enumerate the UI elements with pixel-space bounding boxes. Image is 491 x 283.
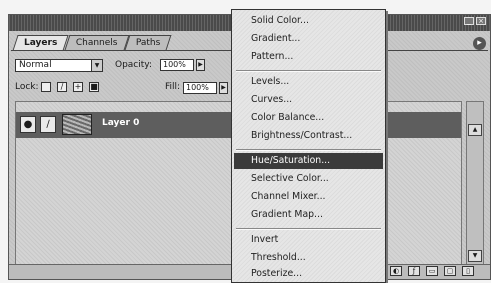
- layer-style-icon[interactable]: ƒ: [408, 266, 420, 276]
- fill-label: Fill:: [165, 82, 181, 92]
- menu-separator: [236, 228, 381, 230]
- new-layer-set-icon[interactable]: ▭: [426, 266, 438, 276]
- menu-item-curves[interactable]: Curves...: [234, 92, 383, 108]
- menu-item-channel-mixer[interactable]: Channel Mixer...: [234, 189, 383, 205]
- menu-item-threshold[interactable]: Threshold...: [234, 250, 383, 266]
- new-layer-icon[interactable]: ▢: [444, 266, 456, 276]
- menu-item-solid-color[interactable]: Solid Color...: [234, 13, 383, 29]
- eye-visibility-icon[interactable]: ●: [20, 116, 36, 133]
- trash-icon[interactable]: ▯: [462, 266, 474, 276]
- lock-image-brush-icon[interactable]: ∕: [57, 82, 67, 92]
- menu-item-gradient[interactable]: Gradient...: [234, 31, 383, 47]
- opacity-arrow-icon[interactable]: ▶: [196, 59, 205, 71]
- scroll-down-arrow-icon[interactable]: ▼: [468, 250, 482, 262]
- menu-item-pattern[interactable]: Pattern...: [234, 49, 383, 65]
- minimize-icon[interactable]: _: [464, 17, 474, 25]
- blend-mode-select[interactable]: Normal ▼: [15, 59, 103, 72]
- tab-layers[interactable]: Layers: [12, 35, 69, 51]
- new-adjustment-layer-icon[interactable]: ◐: [390, 266, 402, 276]
- palette-menu-arrow-icon[interactable]: ▸: [473, 37, 486, 50]
- adjustment-layer-menu: Solid Color... Gradient... Pattern... Le…: [231, 9, 386, 283]
- tab-paths[interactable]: Paths: [124, 35, 172, 50]
- lock-label: Lock:: [15, 82, 39, 92]
- menu-item-color-balance[interactable]: Color Balance...: [234, 110, 383, 126]
- opacity-label: Opacity:: [115, 60, 152, 70]
- layers-scrollbar[interactable]: ▲ ▼: [466, 101, 484, 265]
- menu-item-gradient-map[interactable]: Gradient Map...: [234, 207, 383, 223]
- tab-channels[interactable]: Channels: [64, 35, 130, 50]
- lock-all-padlock-icon[interactable]: ■: [89, 82, 99, 92]
- fill-arrow-icon[interactable]: ▶: [219, 82, 228, 94]
- menu-item-hue-saturation[interactable]: Hue/Saturation...: [234, 153, 383, 169]
- menu-item-invert[interactable]: Invert: [234, 232, 383, 248]
- scroll-up-arrow-icon[interactable]: ▲: [468, 124, 482, 136]
- opacity-field[interactable]: 100%: [160, 59, 194, 71]
- screen: _ × Layers Channels Paths ▸ Normal ▼ Opa…: [0, 0, 491, 283]
- lock-transparent-icon[interactable]: [41, 82, 51, 92]
- close-icon[interactable]: ×: [476, 17, 486, 25]
- menu-item-selective-color[interactable]: Selective Color...: [234, 171, 383, 187]
- brush-link-icon[interactable]: ∕: [40, 116, 56, 133]
- layer-name[interactable]: Layer 0: [102, 118, 139, 128]
- chevron-down-icon[interactable]: ▼: [91, 60, 102, 71]
- blend-mode-value: Normal: [19, 60, 52, 70]
- menu-item-brightness-contrast[interactable]: Brightness/Contrast...: [234, 128, 383, 144]
- menu-separator: [236, 149, 381, 151]
- menu-separator: [236, 70, 381, 72]
- fill-field[interactable]: 100%: [183, 82, 217, 94]
- lock-position-move-icon[interactable]: +: [73, 82, 83, 92]
- layer-thumbnail[interactable]: [62, 114, 92, 135]
- menu-item-levels[interactable]: Levels...: [234, 74, 383, 90]
- menu-item-posterize[interactable]: Posterize...: [234, 266, 383, 282]
